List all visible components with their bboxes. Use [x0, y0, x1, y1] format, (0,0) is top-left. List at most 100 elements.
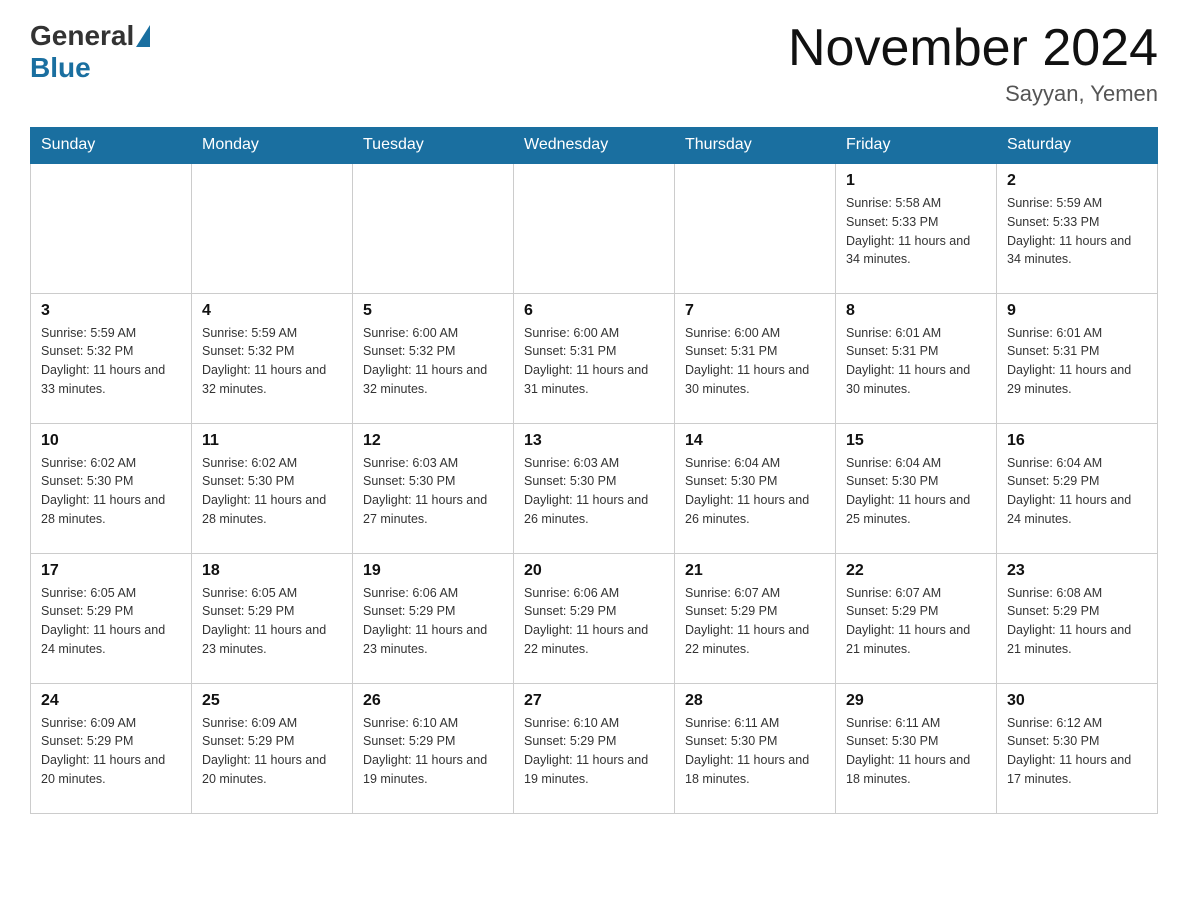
day-number: 23 — [1007, 562, 1147, 580]
day-number: 29 — [846, 692, 986, 710]
calendar-header-thursday: Thursday — [675, 128, 836, 164]
calendar-cell: 28Sunrise: 6:11 AMSunset: 5:30 PMDayligh… — [675, 683, 836, 813]
day-number: 7 — [685, 302, 825, 320]
day-number: 9 — [1007, 302, 1147, 320]
day-number: 5 — [363, 302, 503, 320]
day-number: 16 — [1007, 432, 1147, 450]
page-header: General Blue November 2024 Sayyan, Yemen — [30, 20, 1158, 107]
day-number: 14 — [685, 432, 825, 450]
day-info: Sunrise: 6:10 AMSunset: 5:29 PMDaylight:… — [363, 714, 503, 789]
calendar-title: November 2024 — [788, 20, 1158, 77]
title-block: November 2024 Sayyan, Yemen — [788, 20, 1158, 107]
calendar-cell — [192, 163, 353, 293]
calendar-header-row: SundayMondayTuesdayWednesdayThursdayFrid… — [31, 128, 1158, 164]
day-number: 18 — [202, 562, 342, 580]
calendar-week-row: 17 Sunrise: 6:05 AMSunset: 5:29 PMDayligh… — [31, 553, 1158, 683]
calendar-cell: 1 Sunrise: 5:58 AMSunset: 5:33 PMDaylight… — [836, 163, 997, 293]
calendar-week-row: 24 Sunrise: 6:09 AMSunset: 5:29 PMDayligh… — [31, 683, 1158, 813]
day-info: Sunrise: 6:05 AMSunset: 5:29 PMDaylight:… — [41, 584, 181, 659]
day-info: Sunrise: 6:05 AMSunset: 5:29 PMDaylight:… — [202, 584, 342, 659]
day-info: Sunrise: 5:59 AMSunset: 5:33 PMDaylight:… — [1007, 194, 1147, 269]
calendar-cell: 7Sunrise: 6:00 AMSunset: 5:31 PMDaylight… — [675, 293, 836, 423]
calendar-cell — [353, 163, 514, 293]
day-info: Sunrise: 6:01 AMSunset: 5:31 PMDaylight:… — [1007, 324, 1147, 399]
day-info: Sunrise: 6:11 AMSunset: 5:30 PMDaylight:… — [846, 714, 986, 789]
calendar-header-wednesday: Wednesday — [514, 128, 675, 164]
day-number: 12 — [363, 432, 503, 450]
day-info: Sunrise: 6:07 AMSunset: 5:29 PMDaylight:… — [846, 584, 986, 659]
calendar-cell: 24 Sunrise: 6:09 AMSunset: 5:29 PMDayligh… — [31, 683, 192, 813]
calendar-cell: 10 Sunrise: 6:02 AMSunset: 5:30 PMDayligh… — [31, 423, 192, 553]
day-number: 3 — [41, 302, 181, 320]
calendar-cell: 23 Sunrise: 6:08 AMSunset: 5:29 PMDayligh… — [997, 553, 1158, 683]
calendar-cell: 5 Sunrise: 6:00 AMSunset: 5:32 PMDaylight… — [353, 293, 514, 423]
calendar-cell — [31, 163, 192, 293]
calendar-cell: 21 Sunrise: 6:07 AMSunset: 5:29 PMDayligh… — [675, 553, 836, 683]
day-number: 21 — [685, 562, 825, 580]
calendar-cell — [514, 163, 675, 293]
day-number: 22 — [846, 562, 986, 580]
day-info: Sunrise: 6:04 AMSunset: 5:30 PMDaylight:… — [685, 454, 825, 529]
day-number: 27 — [524, 692, 664, 710]
calendar-cell: 15 Sunrise: 6:04 AMSunset: 5:30 PMDayligh… — [836, 423, 997, 553]
calendar-cell: 29 Sunrise: 6:11 AMSunset: 5:30 PMDayligh… — [836, 683, 997, 813]
calendar-cell: 4 Sunrise: 5:59 AMSunset: 5:32 PMDaylight… — [192, 293, 353, 423]
calendar-cell — [675, 163, 836, 293]
day-info: Sunrise: 6:00 AMSunset: 5:32 PMDaylight:… — [363, 324, 503, 399]
day-number: 20 — [524, 562, 664, 580]
calendar-cell: 14 Sunrise: 6:04 AMSunset: 5:30 PMDayligh… — [675, 423, 836, 553]
day-info: Sunrise: 6:12 AMSunset: 5:30 PMDaylight:… — [1007, 714, 1147, 789]
calendar-cell: 27 Sunrise: 6:10 AMSunset: 5:29 PMDayligh… — [514, 683, 675, 813]
day-number: 30 — [1007, 692, 1147, 710]
day-info: Sunrise: 6:10 AMSunset: 5:29 PMDaylight:… — [524, 714, 664, 789]
day-number: 17 — [41, 562, 181, 580]
day-info: Sunrise: 6:03 AMSunset: 5:30 PMDaylight:… — [524, 454, 664, 529]
calendar-cell: 22 Sunrise: 6:07 AMSunset: 5:29 PMDayligh… — [836, 553, 997, 683]
calendar-cell: 30 Sunrise: 6:12 AMSunset: 5:30 PMDayligh… — [997, 683, 1158, 813]
day-info: Sunrise: 5:59 AMSunset: 5:32 PMDaylight:… — [202, 324, 342, 399]
calendar-cell: 20 Sunrise: 6:06 AMSunset: 5:29 PMDayligh… — [514, 553, 675, 683]
calendar-cell: 9 Sunrise: 6:01 AMSunset: 5:31 PMDaylight… — [997, 293, 1158, 423]
calendar-cell: 18 Sunrise: 6:05 AMSunset: 5:29 PMDayligh… — [192, 553, 353, 683]
day-number: 15 — [846, 432, 986, 450]
day-info: Sunrise: 6:04 AMSunset: 5:29 PMDaylight:… — [1007, 454, 1147, 529]
day-info: Sunrise: 6:04 AMSunset: 5:30 PMDaylight:… — [846, 454, 986, 529]
day-info: Sunrise: 6:09 AMSunset: 5:29 PMDaylight:… — [41, 714, 181, 789]
day-info: Sunrise: 6:06 AMSunset: 5:29 PMDaylight:… — [363, 584, 503, 659]
day-number: 19 — [363, 562, 503, 580]
calendar-header-sunday: Sunday — [31, 128, 192, 164]
calendar-cell: 12Sunrise: 6:03 AMSunset: 5:30 PMDayligh… — [353, 423, 514, 553]
calendar-week-row: 3 Sunrise: 5:59 AMSunset: 5:32 PMDaylight… — [31, 293, 1158, 423]
calendar-subtitle: Sayyan, Yemen — [788, 81, 1158, 107]
day-number: 28 — [685, 692, 825, 710]
day-info: Sunrise: 6:07 AMSunset: 5:29 PMDaylight:… — [685, 584, 825, 659]
day-info: Sunrise: 6:02 AMSunset: 5:30 PMDaylight:… — [41, 454, 181, 529]
day-number: 10 — [41, 432, 181, 450]
calendar-cell: 11Sunrise: 6:02 AMSunset: 5:30 PMDayligh… — [192, 423, 353, 553]
calendar-cell: 8Sunrise: 6:01 AMSunset: 5:31 PMDaylight… — [836, 293, 997, 423]
day-info: Sunrise: 6:08 AMSunset: 5:29 PMDaylight:… — [1007, 584, 1147, 659]
day-info: Sunrise: 6:06 AMSunset: 5:29 PMDaylight:… — [524, 584, 664, 659]
day-number: 6 — [524, 302, 664, 320]
day-number: 4 — [202, 302, 342, 320]
day-number: 2 — [1007, 172, 1147, 190]
day-number: 25 — [202, 692, 342, 710]
calendar-table: SundayMondayTuesdayWednesdayThursdayFrid… — [30, 127, 1158, 814]
calendar-cell: 17 Sunrise: 6:05 AMSunset: 5:29 PMDayligh… — [31, 553, 192, 683]
calendar-cell: 3Sunrise: 5:59 AMSunset: 5:32 PMDaylight… — [31, 293, 192, 423]
day-info: Sunrise: 6:00 AMSunset: 5:31 PMDaylight:… — [524, 324, 664, 399]
day-info: Sunrise: 5:58 AMSunset: 5:33 PMDaylight:… — [846, 194, 986, 269]
calendar-header-friday: Friday — [836, 128, 997, 164]
calendar-cell: 26 Sunrise: 6:10 AMSunset: 5:29 PMDayligh… — [353, 683, 514, 813]
day-number: 13 — [524, 432, 664, 450]
day-info: Sunrise: 6:01 AMSunset: 5:31 PMDaylight:… — [846, 324, 986, 399]
calendar-cell: 2 Sunrise: 5:59 AMSunset: 5:33 PMDaylight… — [997, 163, 1158, 293]
calendar-week-row: 10 Sunrise: 6:02 AMSunset: 5:30 PMDayligh… — [31, 423, 1158, 553]
day-number: 24 — [41, 692, 181, 710]
calendar-cell: 25Sunrise: 6:09 AMSunset: 5:29 PMDayligh… — [192, 683, 353, 813]
day-number: 26 — [363, 692, 503, 710]
calendar-cell: 16 Sunrise: 6:04 AMSunset: 5:29 PMDayligh… — [997, 423, 1158, 553]
day-number: 1 — [846, 172, 986, 190]
logo-general-text: General — [30, 20, 134, 52]
logo-blue-text: Blue — [30, 52, 91, 84]
